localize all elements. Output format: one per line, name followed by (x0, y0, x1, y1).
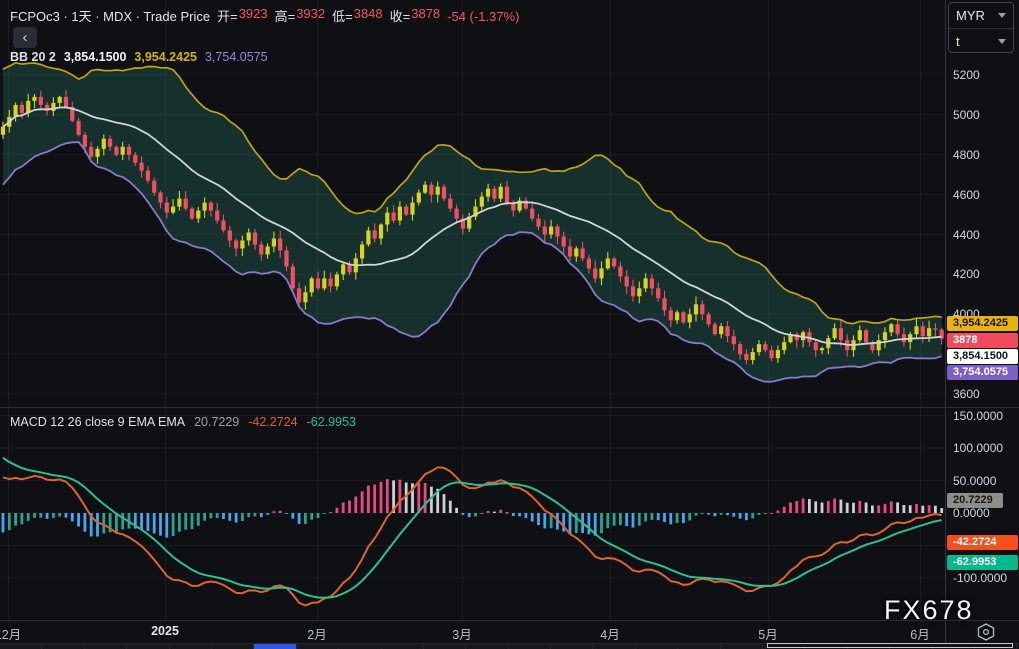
timeline-segment[interactable] (211, 644, 255, 649)
timeline-segment[interactable] (84, 644, 128, 649)
macd-signal-badge: -62.9953 (947, 555, 1018, 570)
close-label: 收= (389, 9, 411, 24)
price-axis[interactable]: MYR t 5200 5000 4800 4600 4400 4200 4000 3600 15… (946, 0, 1019, 643)
time-label: 2025 (151, 624, 179, 638)
bb-indicator-legend[interactable]: BB 20 2 3,854.1500 3,954.2425 3,754.0575 (10, 50, 268, 64)
symbol-header[interactable]: FCPOc3 · 1天 · MDX · Trade Price 开= 3923 高… (10, 6, 519, 25)
price-tick-label: 4200 (953, 267, 980, 281)
visible-range-box[interactable] (767, 643, 1013, 648)
bb-lower-badge: 3,754.0575 (947, 365, 1018, 380)
timeline-segment[interactable] (423, 644, 467, 649)
time-label: 12月 (0, 628, 22, 642)
timeline-segment[interactable] (551, 644, 594, 649)
macd-line-value: -42.2724 (248, 415, 298, 429)
price-tick-label: 3600 (953, 387, 980, 401)
macd-tick-label: -100.0000 (953, 571, 1008, 585)
price-tick-label: 4400 (953, 228, 980, 242)
macd-tick-label: 50.0000 (953, 474, 997, 488)
timeline-segment[interactable] (593, 644, 636, 649)
bb-basis-badge: 3,854.1500 (947, 349, 1018, 364)
timeline-segment[interactable] (0, 644, 43, 649)
chart-canvas[interactable] (0, 0, 946, 620)
price-tick-label: 4600 (953, 188, 980, 202)
chevron-down-icon (998, 13, 1006, 18)
high-label: 高= (274, 9, 296, 24)
macd-label: MACD 12 26 close 9 EMA EMA (10, 415, 186, 429)
timeline-segment[interactable] (169, 644, 212, 649)
macd-signal-value: -62.9953 (306, 415, 356, 429)
currency-dropdown[interactable]: MYR (949, 3, 1013, 29)
timeline-segment[interactable] (381, 644, 424, 649)
timeline-segment[interactable] (254, 644, 297, 649)
timeline-segment[interactable] (42, 644, 85, 649)
unit-value: t (956, 34, 960, 49)
price-tick-label: 5200 (953, 68, 980, 82)
back-button[interactable]: ‹ (13, 27, 37, 48)
time-label: 4月 (600, 628, 620, 642)
timeline-segment[interactable] (466, 644, 509, 649)
open-label: 开= (217, 9, 238, 24)
trading-chart-app: FCPOc3 · 1天 · MDX · Trade Price 开= 3923 高… (0, 0, 1019, 649)
time-label: 5月 (758, 628, 778, 642)
time-axis[interactable]: 12月 2025 2月 3月 4月 5月 6月 (0, 620, 946, 643)
low-value: 3848 (353, 6, 383, 21)
timeline-segment[interactable] (720, 644, 764, 649)
pane-separator[interactable] (0, 407, 1019, 408)
macd-tick-label: 100.0000 (953, 441, 1004, 455)
timeline-segment[interactable] (296, 644, 340, 649)
macd-hist-badge: 20.7229 (947, 493, 1003, 508)
unit-dropdown[interactable]: t (949, 29, 1013, 54)
timeline-segment[interactable] (339, 644, 382, 649)
change-value: -54 (-1.37%) (447, 9, 520, 24)
last-price-badge: 3878 (947, 333, 1018, 348)
symbol-title: FCPOc3 · 1天 · MDX · Trade Price (10, 9, 211, 24)
gear-icon[interactable] (976, 623, 996, 641)
time-label: 3月 (452, 628, 472, 642)
price-tick-label: 5000 (953, 108, 980, 122)
currency-value: MYR (956, 8, 985, 23)
price-tick-label: 4800 (953, 148, 980, 162)
bb-lower-value: 3,754.0575 (204, 50, 268, 64)
chevron-down-icon (998, 39, 1006, 44)
time-label: 6月 (910, 628, 930, 642)
bb-basis-value: 3,854.1500 (63, 50, 127, 64)
low-label: 低= (332, 9, 353, 24)
bb-upper-value: 3,954.2425 (134, 50, 197, 64)
bb-label: BB 20 2 (10, 50, 56, 64)
close-value: 3878 (411, 6, 441, 21)
time-label: 2月 (307, 628, 327, 642)
timeline-segment[interactable] (127, 644, 170, 649)
high-value: 3932 (296, 6, 326, 21)
macd-line-badge: -42.2724 (947, 535, 1018, 550)
timeline-segment[interactable] (635, 644, 679, 649)
open-value: 3923 (238, 6, 268, 21)
chevron-left-icon: ‹ (22, 29, 28, 46)
macd-tick-label: 0.0000 (953, 506, 990, 520)
macd-tick-label: 150.0000 (953, 409, 1004, 423)
timeline-segment[interactable] (678, 644, 721, 649)
watermark: FX678 (884, 595, 974, 625)
macd-histogram-value: 20.7229 (194, 415, 240, 429)
timeline-segment[interactable] (508, 644, 552, 649)
macd-indicator-legend[interactable]: MACD 12 26 close 9 EMA EMA 20.7229 -42.2… (10, 415, 356, 429)
bb-upper-badge: 3,954.2425 (947, 316, 1018, 331)
unit-selector-panel: MYR t (948, 2, 1014, 53)
